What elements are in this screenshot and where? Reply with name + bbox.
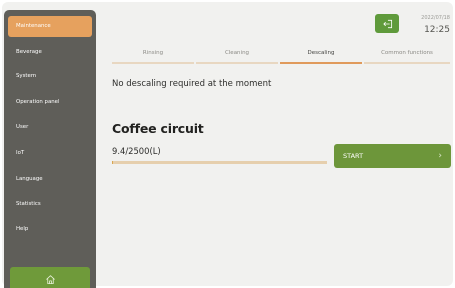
- exit-button[interactable]: [375, 14, 399, 33]
- tab-descaling[interactable]: Descaling: [280, 46, 362, 66]
- date-display: 2022/07/18: [421, 15, 450, 21]
- tab-rinsing[interactable]: Rinsing: [112, 46, 194, 66]
- start-label: START: [343, 152, 364, 160]
- sidebar-item-iot[interactable]: IoT: [8, 143, 92, 164]
- time-display: 12:25: [424, 25, 450, 35]
- exit-icon: [382, 19, 392, 28]
- sidebar-item-statistics[interactable]: Statistics: [8, 194, 92, 215]
- chevron-right-icon: ›: [438, 151, 442, 161]
- sidebar-item-beverage[interactable]: Beverage: [8, 42, 92, 63]
- sidebar-item-operation-panel[interactable]: Operation panel: [8, 92, 92, 113]
- tab-common-functions[interactable]: Common functions: [364, 46, 450, 66]
- tab-label: Cleaning: [224, 50, 250, 56]
- home-button[interactable]: [10, 267, 90, 288]
- tab-label: Descaling: [307, 50, 335, 56]
- circuit-title: Coffee circuit: [112, 121, 204, 136]
- tab-label: Common functions: [381, 50, 433, 56]
- sidebar-item-language[interactable]: Language: [8, 169, 92, 190]
- sidebar: Maintenance Beverage System Operation pa…: [4, 10, 96, 288]
- sidebar-item-help[interactable]: Help: [8, 219, 92, 240]
- tab-label: Rinsing: [142, 50, 164, 56]
- tab-cleaning[interactable]: Cleaning: [196, 46, 278, 66]
- start-button[interactable]: START ›: [334, 144, 451, 168]
- descaling-counter: 9.4/2500(L): [112, 146, 161, 156]
- descaling-progress-fill: [112, 161, 113, 164]
- sidebar-item-user[interactable]: User: [8, 117, 92, 138]
- home-icon: [45, 275, 55, 285]
- sidebar-item-maintenance[interactable]: Maintenance: [8, 16, 92, 37]
- tab-underline: [196, 62, 278, 64]
- sidebar-item-system[interactable]: System: [8, 66, 92, 87]
- status-message: No descaling required at the moment: [112, 79, 272, 89]
- tab-underline: [364, 62, 450, 64]
- descaling-progress-bar: [112, 161, 327, 164]
- tab-underline: [280, 62, 362, 64]
- tab-underline: [112, 62, 194, 64]
